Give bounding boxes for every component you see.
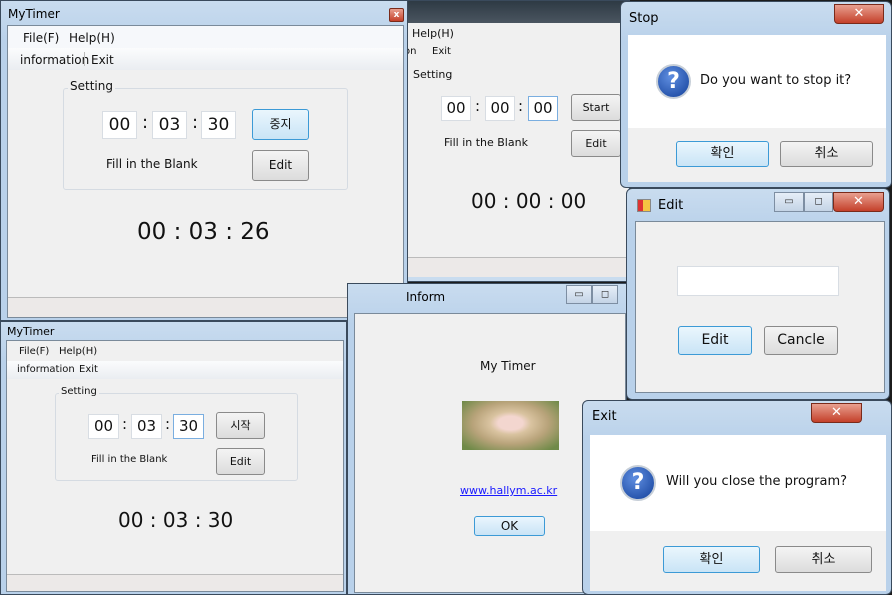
website-link[interactable]: www.hallym.ac.kr <box>460 484 557 497</box>
ok-button[interactable]: OK <box>474 516 545 536</box>
button-area: 확인 취소 <box>628 128 886 182</box>
message-text: Will you close the program? <box>666 474 848 489</box>
edit-button[interactable]: Edit <box>216 448 265 475</box>
menu-help[interactable]: Help(H) <box>412 27 454 40</box>
edit-button[interactable]: Edit <box>571 130 621 157</box>
timer-display: 00 : 03 : 26 <box>137 219 270 245</box>
hint-label: Fill in the Blank <box>91 454 168 465</box>
hint-label: Fill in the Blank <box>106 157 198 171</box>
dialog-title: Exit <box>592 409 617 424</box>
toolbar-information[interactable]: information <box>20 53 89 67</box>
close-button[interactable]: ✕ <box>833 192 884 212</box>
status-bar <box>8 297 403 317</box>
seconds-input[interactable]: 30 <box>173 414 204 439</box>
minutes-input[interactable]: 00 <box>485 96 515 121</box>
status-bar <box>7 574 343 591</box>
back-mytimer-window: Help(H) on Exit Setting 00 : 00 : 00 Sta… <box>395 0 630 282</box>
confirm-button[interactable]: 확인 <box>676 141 769 167</box>
status-bar <box>402 257 628 277</box>
button-area: 확인 취소 <box>590 531 886 591</box>
minutes-input[interactable]: 03 <box>131 414 162 439</box>
toolbar-separator <box>84 52 85 66</box>
separator: : <box>142 112 149 133</box>
stop-dialog: Stop ✕ ? Do you want to stop it? 확인 취소 <box>620 1 892 188</box>
start-button[interactable]: Start <box>571 94 621 121</box>
minimize-button[interactable]: ▭ <box>774 192 804 212</box>
close-button[interactable]: ✕ <box>834 4 884 24</box>
question-icon: ? <box>620 465 656 501</box>
toolbar: information Exit <box>8 48 403 70</box>
hours-input[interactable]: 00 <box>88 414 119 439</box>
photo <box>462 401 559 450</box>
cancel-button[interactable]: 취소 <box>775 546 872 573</box>
value-input[interactable] <box>677 266 839 296</box>
stop-button[interactable]: 중지 <box>252 109 309 140</box>
timer-display: 00 : 03 : 30 <box>118 508 234 532</box>
maximize-button[interactable]: ◻ <box>804 192 833 212</box>
edit-dialog: Edit ▭ ◻ ✕ Edit Cancle <box>626 188 890 400</box>
app-icon <box>637 199 651 212</box>
main-mytimer-window: MyTimer x File(F) Help(H) information Ex… <box>0 0 408 321</box>
minutes-input[interactable]: 03 <box>152 111 187 139</box>
group-label: Setting <box>68 79 115 93</box>
hours-input[interactable]: 00 <box>441 96 471 121</box>
main-client: File(F) Help(H) information Exit Setting… <box>7 25 404 318</box>
menu-help[interactable]: Help(H) <box>59 346 97 357</box>
message-area: ? Do you want to stop it? <box>628 35 886 128</box>
toolbar-exit[interactable]: Exit <box>79 364 98 375</box>
window-title: Inform <box>406 290 446 304</box>
back-client: Help(H) on Exit Setting 00 : 00 : 00 Sta… <box>402 23 628 277</box>
window-title: MyTimer <box>7 325 55 338</box>
separator: : <box>518 97 524 115</box>
toolbar-information[interactable]: information <box>17 364 75 375</box>
edit-button[interactable]: Edit <box>252 150 309 181</box>
confirm-button[interactable]: 확인 <box>663 546 760 573</box>
app-name-label: My Timer <box>480 359 536 373</box>
menu-help[interactable]: Help(H) <box>69 31 115 45</box>
toolbar: information Exit <box>7 361 343 379</box>
group-label: Setting <box>59 386 99 397</box>
menu-file[interactable]: File(F) <box>23 31 59 45</box>
hint-label: Fill in the Blank <box>444 136 528 149</box>
dialog-title: Edit <box>658 198 684 213</box>
separator: : <box>122 415 128 433</box>
menu-file[interactable]: File(F) <box>19 346 49 357</box>
second-client: File(F) Help(H) information Exit Setting… <box>6 340 344 592</box>
seconds-input[interactable]: 00 <box>528 96 558 121</box>
minimize-button[interactable]: ▭ <box>566 285 592 304</box>
hours-input[interactable]: 00 <box>102 111 137 139</box>
seconds-input[interactable]: 30 <box>201 111 236 139</box>
close-button[interactable]: ✕ <box>811 403 862 423</box>
separator: : <box>165 415 171 433</box>
toolbar-exit[interactable]: Exit <box>432 46 451 57</box>
exit-dialog: Exit ✕ ? Will you close the program? 확인 … <box>582 400 892 595</box>
dialog-title: Stop <box>629 11 659 26</box>
edit-button[interactable]: Edit <box>678 326 752 355</box>
toolbar-exit[interactable]: Exit <box>91 53 114 67</box>
window-title: MyTimer <box>8 7 60 21</box>
start-button[interactable]: 시작 <box>216 412 265 439</box>
cancel-button[interactable]: 취소 <box>780 141 873 167</box>
second-mytimer-window: MyTimer File(F) Help(H) information Exit… <box>0 321 347 595</box>
maximize-button[interactable]: ◻ <box>592 285 618 304</box>
close-button[interactable]: x <box>389 8 404 22</box>
group-label: Setting <box>413 68 453 81</box>
separator: : <box>475 97 481 115</box>
message-text: Do you want to stop it? <box>700 73 852 88</box>
cancel-button[interactable]: Cancle <box>764 326 838 355</box>
message-area: ? Will you close the program? <box>590 435 886 531</box>
edit-client: Edit Cancle <box>635 221 885 393</box>
separator: : <box>192 112 199 133</box>
question-icon: ? <box>656 64 691 99</box>
menu-bar: File(F) Help(H) <box>8 26 403 48</box>
timer-display: 00 : 00 : 00 <box>471 189 587 213</box>
